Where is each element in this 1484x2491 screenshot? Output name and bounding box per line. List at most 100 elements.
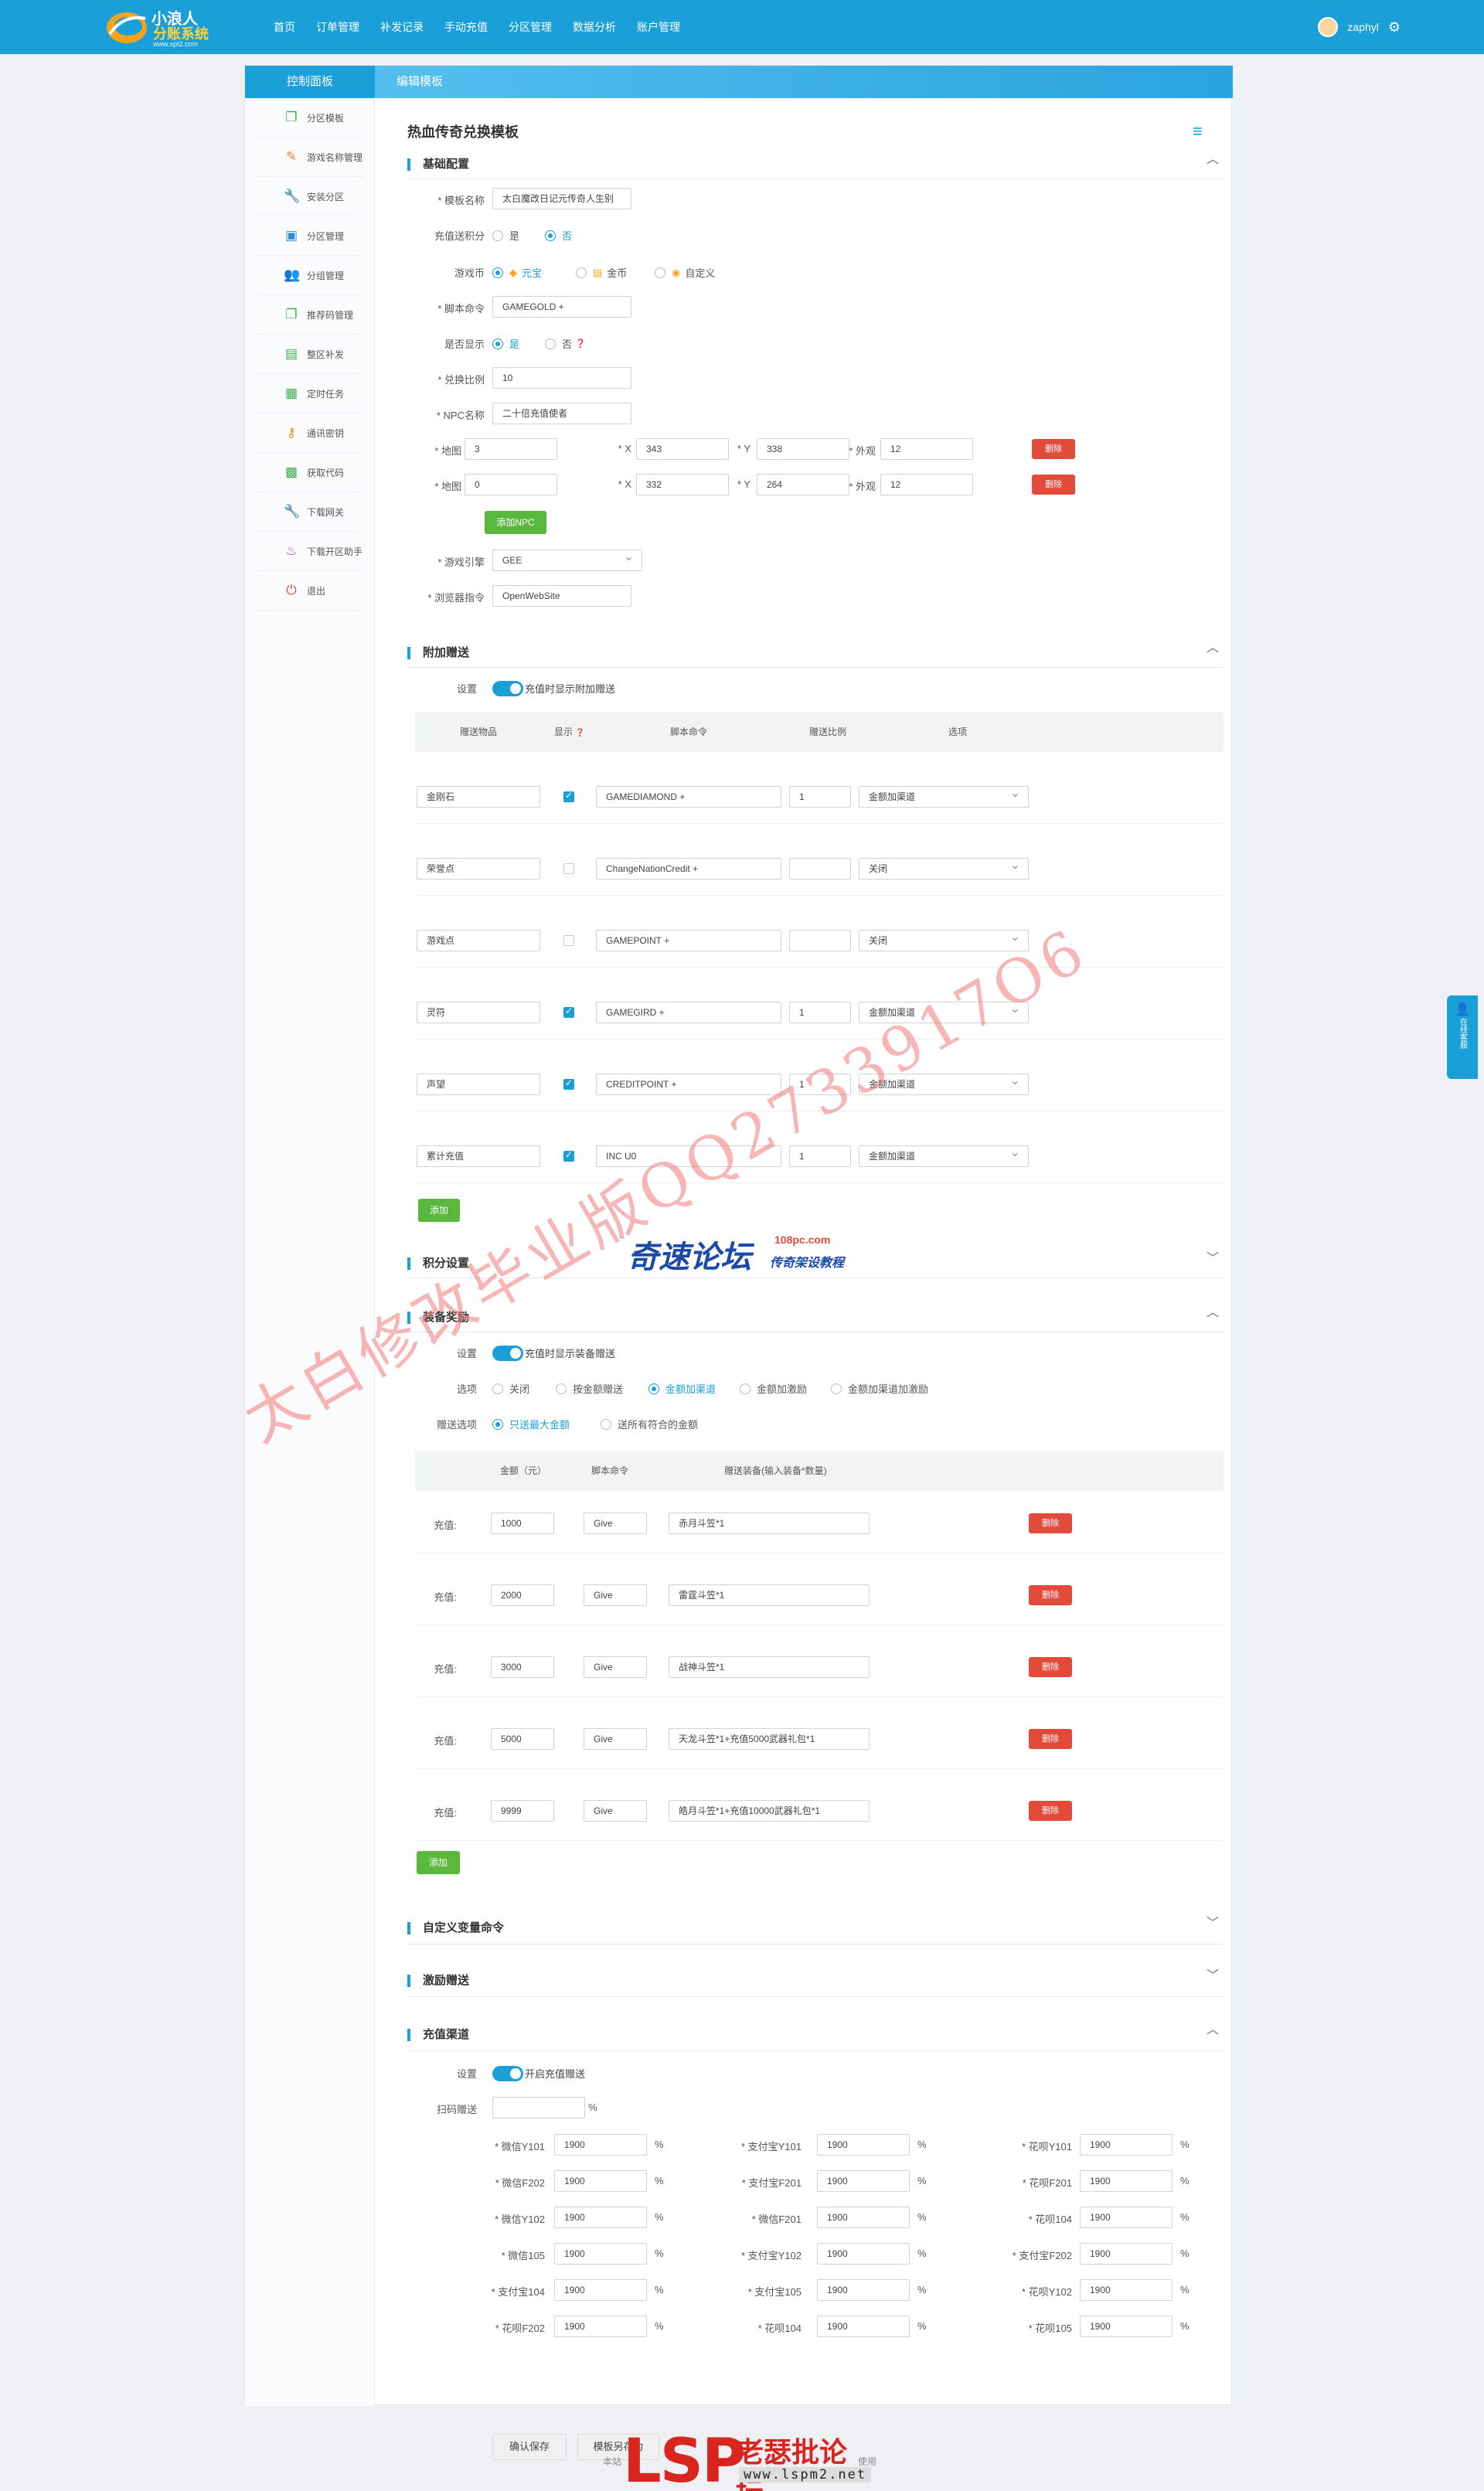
list-menu-icon[interactable]: ≡ [1193, 121, 1203, 141]
show-checkbox[interactable] [563, 1077, 574, 1090]
channel-rate-input[interactable]: 1900 [1080, 2243, 1173, 2265]
sidebar-item-install-zone[interactable]: 🔧 安装分区 [254, 177, 363, 216]
channel-rate-input[interactable]: 1900 [817, 2316, 910, 2337]
nav-orders[interactable]: 订单管理 [316, 19, 359, 35]
help-icon[interactable]: ❓ [575, 339, 586, 349]
channel-rate-input[interactable]: 1900 [554, 2170, 647, 2192]
gift-option-select[interactable]: 关闭 [859, 930, 1029, 951]
equip-option-radio[interactable]: 金额加渠道 [648, 1381, 716, 1396]
equip-gift-toggle[interactable] [492, 1346, 523, 1361]
amount-input[interactable]: 5000 [491, 1728, 554, 1750]
gift-option-select[interactable]: 金额加渠道 [859, 1145, 1029, 1167]
section-extra-gift[interactable]: 附加赠送 ︿ [407, 641, 1224, 662]
gift-ratio-input[interactable]: 1 [789, 1074, 851, 1095]
chevron-down-icon[interactable]: ﹀ [1207, 1250, 1219, 1268]
show-yes-radio[interactable]: 是 [492, 336, 519, 351]
sidebar-item-zone-manage[interactable]: ▣ 分区管理 [254, 216, 363, 256]
amount-input[interactable]: 1000 [491, 1513, 554, 1534]
currency-custom-radio[interactable]: ◉ 自定义 [655, 265, 715, 280]
gift-max-radio[interactable]: 只送最大金额 [492, 1417, 570, 1431]
channel-rate-input[interactable]: 1900 [554, 2316, 647, 2337]
channel-rate-input[interactable]: 1900 [817, 2279, 910, 2301]
add-extra-button[interactable]: 添加 [418, 1199, 460, 1222]
add-equip-button[interactable]: 添加 [417, 1851, 460, 1874]
nav-account[interactable]: 账户管理 [637, 19, 680, 35]
script-cmd-input[interactable]: Give [584, 1800, 647, 1822]
sidebar-item-game-names[interactable]: ✎ 游戏名称管理 [254, 138, 363, 177]
script-cmd-input[interactable]: Give [584, 1656, 647, 1678]
add-npc-button[interactable]: 添加NPC [485, 511, 546, 534]
nav-zone[interactable]: 分区管理 [509, 19, 552, 35]
engine-select[interactable]: GEE [492, 550, 642, 571]
delete-equip-button[interactable]: 删除 [1029, 1513, 1072, 1533]
sidebar-item-reissue[interactable]: ▤ 整区补发 [254, 335, 363, 374]
gift-option-select[interactable]: 金额加渠道 [859, 1074, 1029, 1095]
save-button[interactable]: 确认保存 [492, 2434, 567, 2460]
gift-item-input[interactable]: 游戏点 [417, 930, 540, 951]
sidebar-item-download-helper[interactable]: ♨ 下载开区助手 [254, 532, 363, 571]
channel-rate-input[interactable]: 1900 [817, 2134, 910, 2156]
nav-manual-recharge[interactable]: 手动充值 [444, 19, 488, 35]
delete-equip-button[interactable]: 删除 [1029, 1585, 1072, 1605]
chevron-up-icon[interactable]: ︿ [1207, 151, 1219, 169]
currency-yuanbao-radio[interactable]: ◆ 元宝 [492, 265, 542, 280]
section-incentive[interactable]: 激励赠送 ﹀ [407, 1969, 1224, 1990]
show-checkbox[interactable] [563, 1006, 574, 1018]
gift-item-input[interactable]: 荣誉点 [417, 858, 540, 880]
script-cmd-input[interactable]: Give [584, 1728, 647, 1750]
section-channel[interactable]: 充值渠道 ︿ [407, 2023, 1224, 2044]
sidebar-item-keys[interactable]: ⚷ 通讯密钥 [254, 413, 363, 453]
npc-x-input[interactable]: 332 [636, 474, 729, 495]
currency-gold-radio[interactable]: ▤ 金币 [576, 265, 627, 280]
npc-map-input[interactable]: 3 [465, 438, 557, 460]
template-name-input[interactable]: 太白魔改日记元传奇人生别 [492, 188, 631, 209]
channel-rate-input[interactable]: 1900 [817, 2170, 910, 2192]
channel-rate-input[interactable]: 1900 [1080, 2207, 1173, 2228]
script-cmd-input[interactable]: CREDITPOINT + [596, 1074, 781, 1095]
equip-option-radio[interactable]: 关闭 [492, 1381, 529, 1396]
section-points[interactable]: 积分设置 ﹀ [407, 1252, 1224, 1273]
channel-rate-input[interactable]: 1900 [817, 2207, 910, 2228]
sidebar-item-groups[interactable]: 👥 分组管理 [254, 256, 363, 295]
equip-option-radio[interactable]: 金额加渠道加激励 [831, 1381, 928, 1396]
customer-service-widget[interactable]: 👤 在线客服 [1447, 995, 1478, 1079]
gift-ratio-input[interactable]: 1 [789, 1002, 851, 1023]
gift-option-select[interactable]: 关闭 [859, 858, 1029, 880]
npc-name-input[interactable]: 二十倍充值使者 [492, 403, 631, 424]
avatar[interactable] [1318, 17, 1339, 37]
section-basic[interactable]: 基础配置 ︿ [407, 153, 1224, 174]
channel-rate-input[interactable]: 1900 [554, 2279, 647, 2301]
script-cmd-input[interactable]: Give [584, 1584, 647, 1606]
channel-rate-input[interactable]: 1900 [817, 2243, 910, 2265]
scan-gift-input[interactable] [492, 2097, 585, 2118]
gift-item-input[interactable]: 金刚石 [417, 786, 540, 808]
show-no-radio[interactable]: 否 ❓ [545, 336, 586, 351]
channel-rate-input[interactable]: 1900 [554, 2243, 647, 2265]
sidebar-item-get-code[interactable]: ▩ 获取代码 [254, 453, 363, 492]
channel-rate-input[interactable]: 1900 [1080, 2279, 1173, 2301]
gift-ratio-input[interactable]: 1 [789, 1145, 851, 1167]
logo[interactable]: 小浪人 分账系统 www.xpt2.com [105, 5, 229, 49]
nav-home[interactable]: 首页 [274, 19, 295, 35]
script-cmd-input[interactable]: ChangeNationCredit + [596, 858, 781, 880]
gift-all-radio[interactable]: 送所有符合的金额 [601, 1417, 698, 1431]
gear-icon[interactable]: ⚙ [1388, 19, 1401, 36]
gift-equip-input[interactable]: 皓月斗笠*1+充值10000武器礼包*1 [669, 1800, 870, 1822]
channel-rate-input[interactable]: 1900 [554, 2207, 647, 2228]
script-cmd-input[interactable]: GAMEPOINT + [596, 930, 781, 951]
show-checkbox[interactable] [563, 790, 574, 802]
points-yes-radio[interactable]: 是 [492, 228, 519, 243]
gift-ratio-input[interactable]: 1 [789, 786, 851, 808]
gift-equip-input[interactable]: 战神斗笠*1 [669, 1656, 870, 1678]
section-custom-var[interactable]: 自定义变量命令 ﹀ [407, 1917, 1224, 1938]
equip-option-radio[interactable]: 金额加激励 [740, 1381, 807, 1396]
extra-gift-toggle[interactable] [492, 681, 523, 696]
amount-input[interactable]: 2000 [491, 1584, 554, 1606]
show-checkbox[interactable] [563, 935, 574, 946]
delete-equip-button[interactable]: 删除 [1029, 1729, 1072, 1749]
gift-item-input[interactable]: 灵符 [417, 1002, 540, 1023]
script-cmd-input[interactable]: Give [584, 1513, 647, 1534]
amount-input[interactable]: 9999 [491, 1800, 554, 1822]
gift-option-select[interactable]: 金额加渠道 [859, 1002, 1029, 1023]
user-menu[interactable]: zaphyl ⚙ [1318, 0, 1401, 54]
